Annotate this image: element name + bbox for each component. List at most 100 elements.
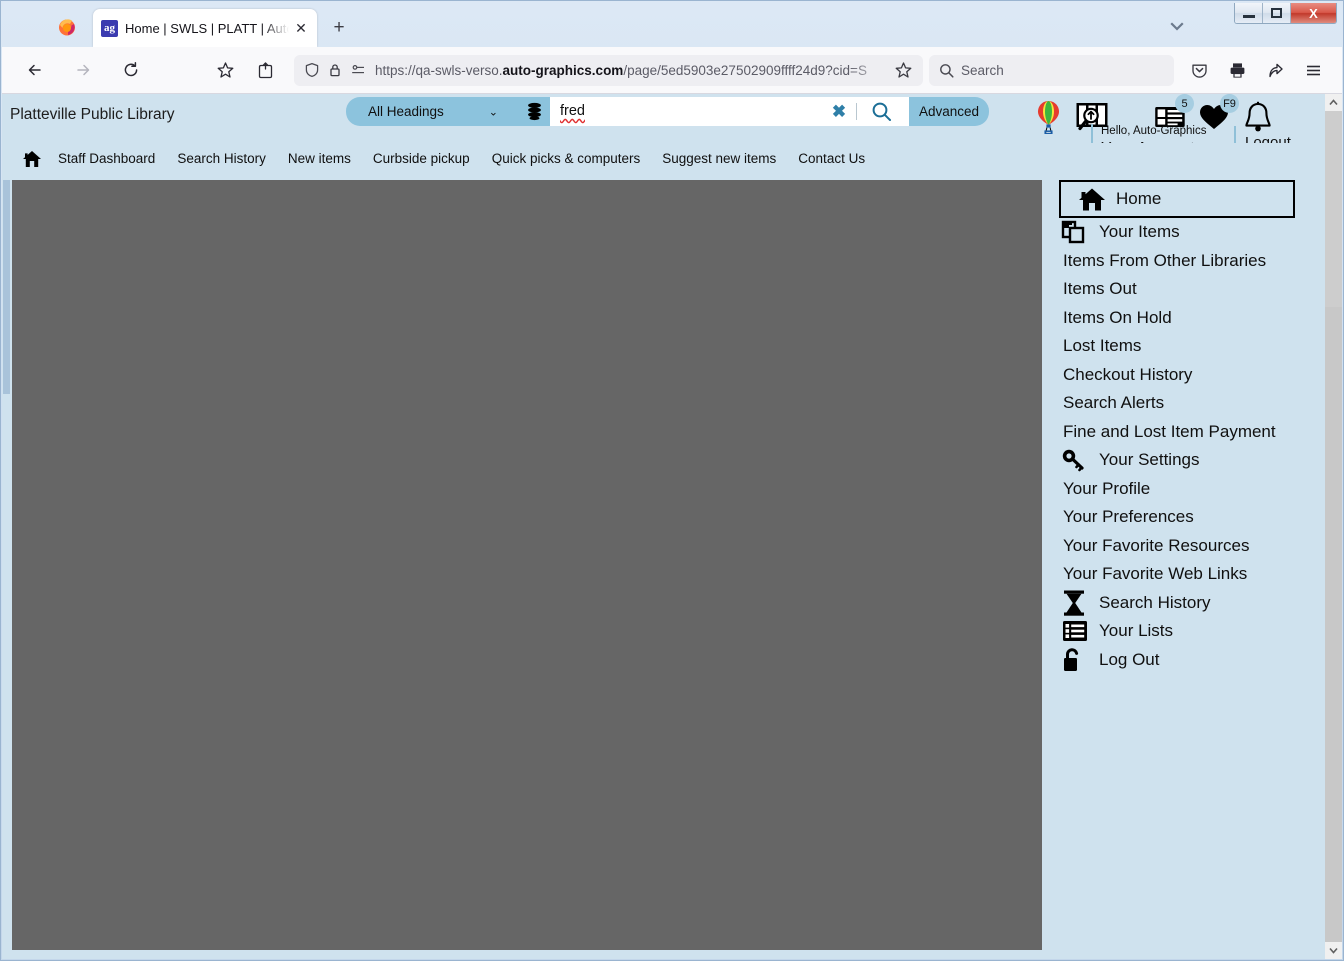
minimize-button[interactable] <box>1235 3 1263 23</box>
clear-search-icon[interactable]: ✖ <box>822 102 856 122</box>
window-controls: X <box>1234 3 1337 24</box>
scroll-up-button[interactable] <box>1325 94 1342 111</box>
save-to-pocket-icon[interactable] <box>250 55 280 85</box>
back-button[interactable] <box>20 55 50 85</box>
menu-item-search-history[interactable]: Search History <box>1042 589 1319 618</box>
titlebar-ghost-left <box>21 9 25 24</box>
page-content: Platteville Public Library All Headings … <box>2 94 1342 959</box>
my-lists-badge: 5 <box>1175 94 1194 113</box>
catalog-search-group: All Headings ⌄ fred ✖ Advanced <box>346 97 989 126</box>
nav-link-curbside-pickup[interactable]: Curbside pickup <box>373 151 470 166</box>
site-navigation: Staff Dashboard Search History New items… <box>2 143 1342 174</box>
tab-favicon-icon: ag <box>101 19 118 37</box>
search-submit-button[interactable] <box>857 101 905 122</box>
search-scope-select[interactable]: All Headings ⌄ <box>346 97 518 126</box>
menu-item-label: Your Items <box>1099 222 1180 242</box>
forward-button[interactable] <box>68 55 98 85</box>
menu-item-your-settings[interactable]: Your Settings <box>1042 446 1319 475</box>
menu-item-log-out[interactable]: Log Out <box>1042 646 1319 675</box>
menu-item-items-on-hold[interactable]: Items On Hold <box>1042 304 1319 333</box>
home-icon <box>1078 186 1110 212</box>
menu-item-checkout-history[interactable]: Checkout History <box>1042 361 1319 390</box>
permissions-icon[interactable] <box>348 60 368 80</box>
menu-item-label: Items Out <box>1063 279 1137 299</box>
search-scope-value: All Headings <box>368 104 444 119</box>
chevron-down-icon: ⌄ <box>488 106 498 118</box>
menu-item-label: Home <box>1116 189 1162 208</box>
print-icon[interactable] <box>1222 55 1252 85</box>
nav-link-contact-us[interactable]: Contact Us <box>798 151 865 166</box>
new-tab-button[interactable]: + <box>326 14 352 40</box>
search-query-text: fred <box>560 103 585 119</box>
browser-search-bar[interactable]: Search <box>929 54 1174 86</box>
nav-link-staff-dashboard[interactable]: Staff Dashboard <box>58 151 155 166</box>
menu-item-search-alerts[interactable]: Search Alerts <box>1042 389 1319 418</box>
library-header: Platteville Public Library All Headings … <box>2 94 1342 162</box>
menu-item-your-favorite-resources[interactable]: Your Favorite Resources <box>1042 532 1319 561</box>
menu-item-label: Your Preferences <box>1063 507 1194 527</box>
account-dropdown-menu: Home Your Items Items From Other Librari… <box>1042 180 1319 950</box>
left-scroll-thumb[interactable] <box>3 180 10 394</box>
menu-item-label: Log Out <box>1099 649 1160 669</box>
balloon-icon[interactable] <box>1027 96 1069 138</box>
main-content-area <box>12 180 1042 950</box>
left-scroll-rail[interactable] <box>2 180 11 950</box>
greeting-text: Hello, Auto-Graphics <box>1101 125 1207 137</box>
menu-item-your-profile[interactable]: Your Profile <box>1042 475 1319 504</box>
share-icon[interactable] <box>1260 55 1290 85</box>
chevron-down-icon[interactable] <box>1165 18 1189 36</box>
menu-item-label: Your Profile <box>1063 478 1151 498</box>
nav-link-quick-picks[interactable]: Quick picks & computers <box>492 151 641 166</box>
menu-item-your-preferences[interactable]: Your Preferences <box>1042 503 1319 532</box>
bookmarks-star-icon[interactable] <box>210 55 240 85</box>
nav-link-suggest-new-items[interactable]: Suggest new items <box>662 151 776 166</box>
firefox-logo-icon <box>57 17 77 37</box>
shield-icon[interactable] <box>302 60 322 80</box>
nav-link-search-history[interactable]: Search History <box>177 151 266 166</box>
scrollbar-thumb[interactable] <box>1325 111 1342 307</box>
maximize-button[interactable] <box>1263 3 1291 23</box>
pocket-save-icon[interactable] <box>1184 55 1214 85</box>
page-scrollbar[interactable] <box>1325 94 1342 959</box>
menu-item-your-lists[interactable]: Your Lists <box>1042 617 1319 646</box>
close-window-button[interactable]: X <box>1291 3 1336 23</box>
database-selector-icon[interactable] <box>518 97 550 126</box>
menu-item-fine-and-lost-item-payment[interactable]: Fine and Lost Item Payment <box>1042 418 1319 447</box>
browser-tab[interactable]: ag Home | SWLS | PLATT | Auto-Graphics ✕ <box>93 9 317 47</box>
menu-item-home[interactable]: Home <box>1059 180 1295 218</box>
unlock-icon <box>1061 647 1093 673</box>
menu-item-your-favorite-web-links[interactable]: Your Favorite Web Links <box>1042 560 1319 589</box>
home-icon[interactable] <box>22 150 42 168</box>
menu-item-items-from-other-libraries[interactable]: Items From Other Libraries <box>1042 247 1319 276</box>
menu-item-label: Your Favorite Web Links <box>1063 564 1248 584</box>
browser-window: ag Home | SWLS | PLATT | Auto-Graphics ✕… <box>0 0 1344 961</box>
advanced-search-button[interactable]: Advanced <box>909 97 989 126</box>
reload-button[interactable] <box>116 55 146 85</box>
copy-items-icon <box>1061 219 1093 245</box>
tab-close-icon[interactable]: ✕ <box>293 20 309 36</box>
scroll-down-button[interactable] <box>1325 942 1342 959</box>
browser-search-placeholder: Search <box>961 62 1004 78</box>
tab-strip: ag Home | SWLS | PLATT | Auto-Graphics ✕… <box>1 1 1343 47</box>
menu-item-label: Your Favorite Resources <box>1063 535 1250 555</box>
url-bar[interactable]: https://qa-swls-verso.auto-graphics.com/… <box>294 54 923 86</box>
menu-item-items-out[interactable]: Items Out <box>1042 275 1319 304</box>
menu-item-your-items[interactable]: Your Items <box>1042 218 1319 247</box>
hourglass-icon <box>1061 590 1093 616</box>
menu-item-label: Search History <box>1099 592 1211 612</box>
search-input[interactable]: fred ✖ <box>550 97 909 126</box>
menu-item-label: Items From Other Libraries <box>1063 250 1267 270</box>
lock-icon[interactable] <box>325 60 345 80</box>
browser-toolbar: https://qa-swls-verso.auto-graphics.com/… <box>2 47 1342 94</box>
menu-item-lost-items[interactable]: Lost Items <box>1042 332 1319 361</box>
bookmark-page-icon[interactable] <box>891 58 915 82</box>
menu-item-label: Search Alerts <box>1063 393 1165 413</box>
hamburger-menu-icon[interactable] <box>1298 55 1328 85</box>
menu-item-label: Items On Hold <box>1063 307 1172 327</box>
search-icon <box>940 63 954 78</box>
url-text[interactable]: https://qa-swls-verso.auto-graphics.com/… <box>375 63 889 78</box>
key-icon <box>1061 447 1093 473</box>
menu-item-label: Lost Items <box>1063 336 1142 356</box>
nav-link-new-items[interactable]: New items <box>288 151 351 166</box>
tab-title: Home | SWLS | PLATT | Auto-Graphics <box>125 20 289 36</box>
